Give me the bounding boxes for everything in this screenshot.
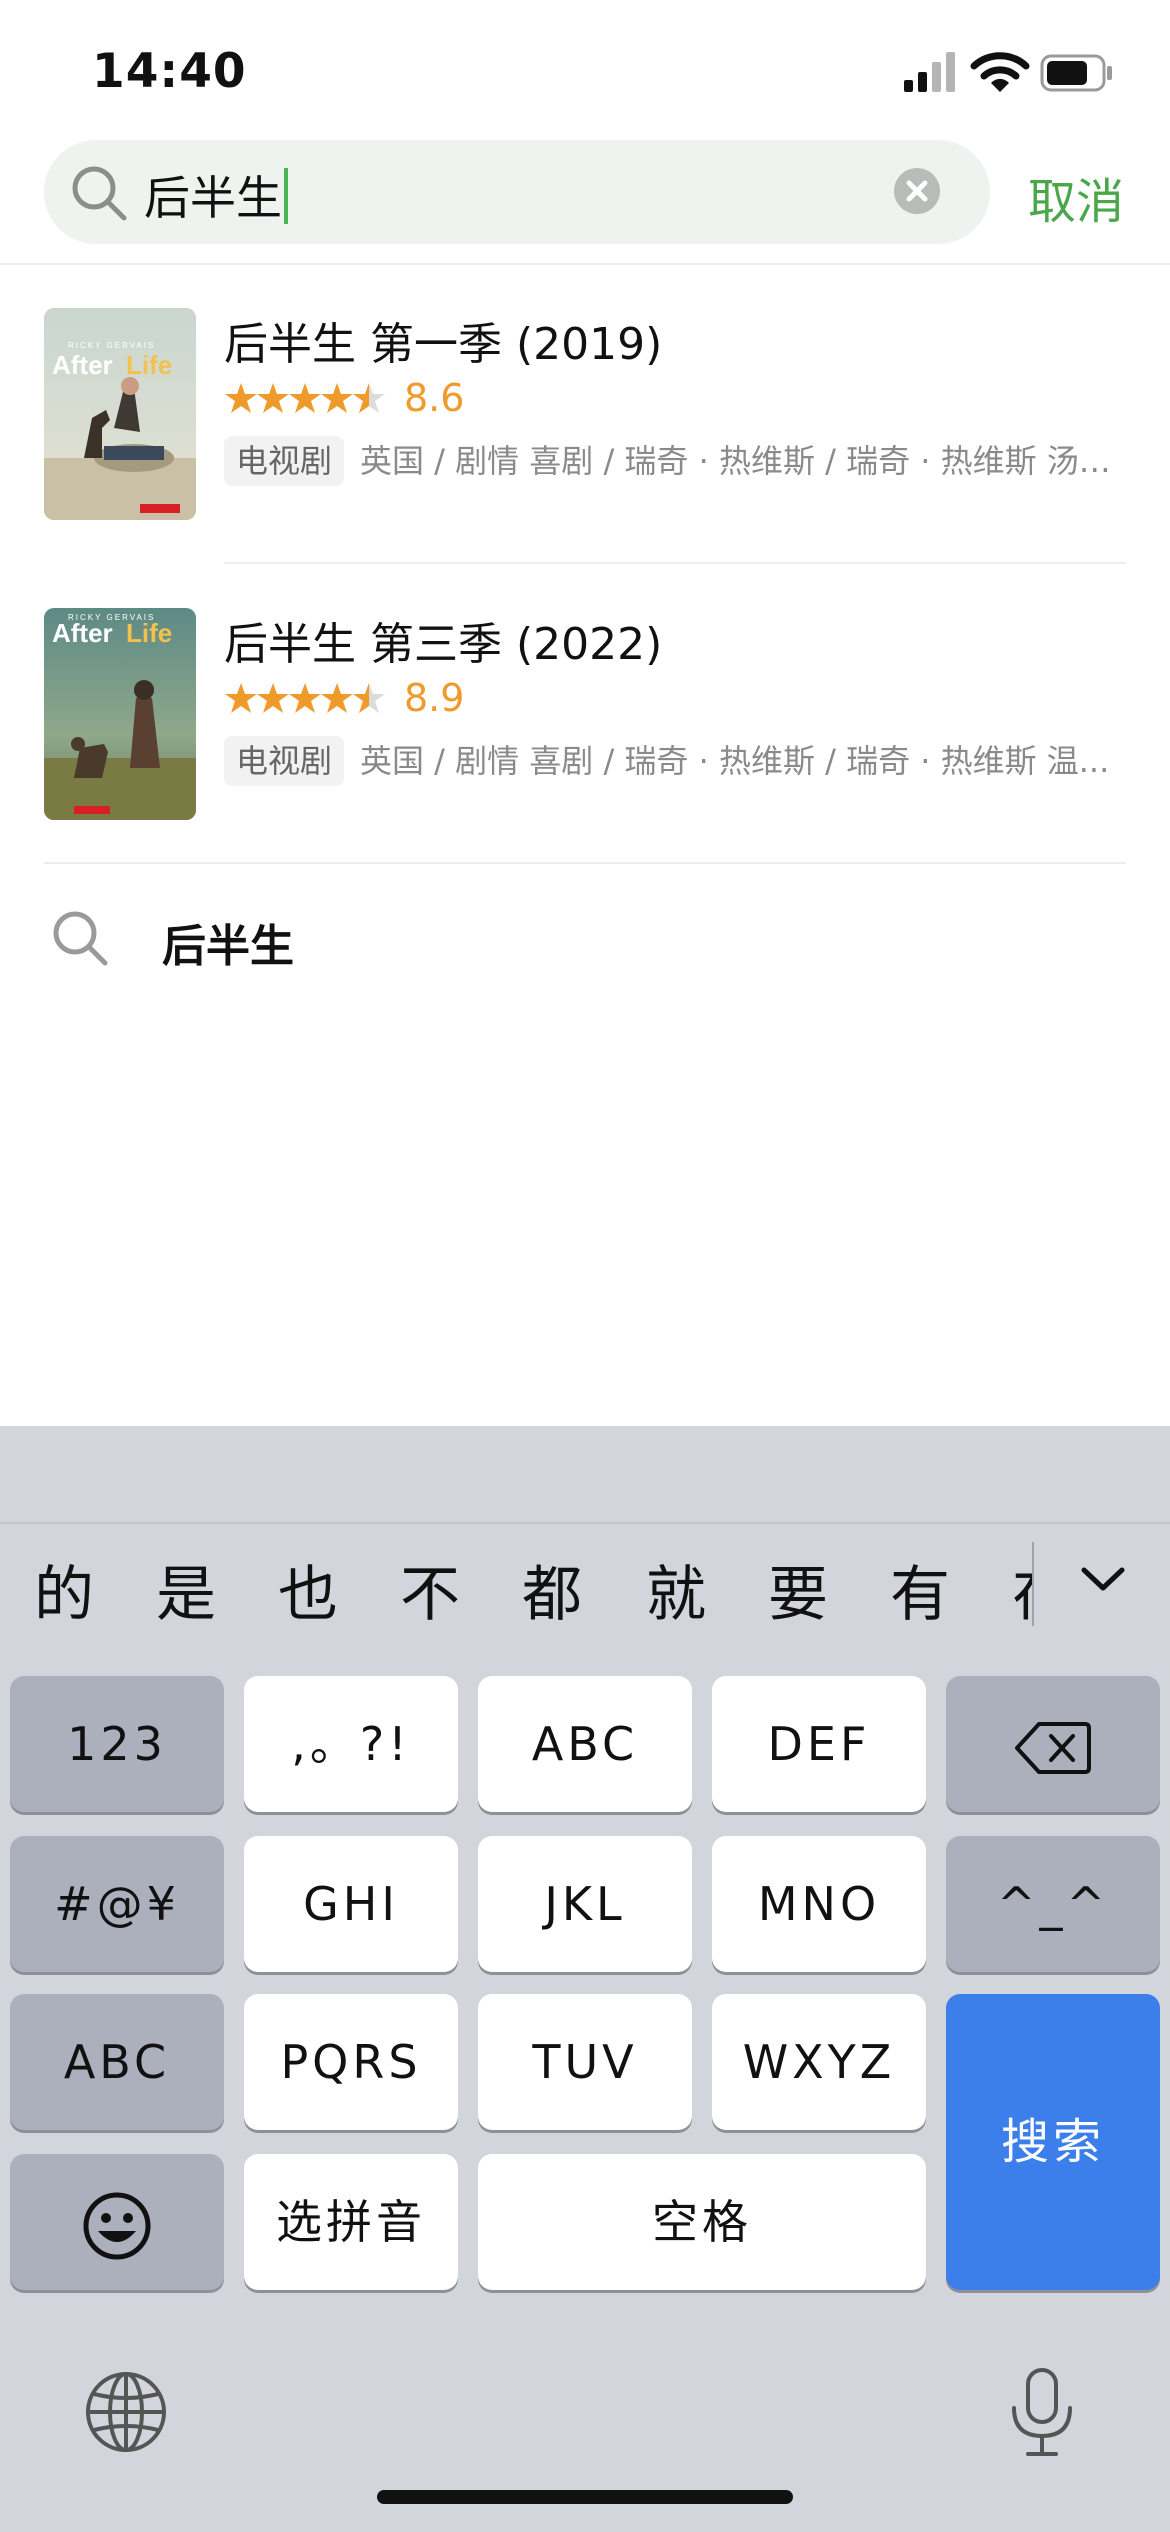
result-title: 后半生 第三季 (2022) [224,619,663,670]
key-wxyz[interactable]: WXYZ [712,1994,926,2130]
close-icon [906,180,928,202]
star-rating [225,383,385,413]
key-select-pinyin[interactable]: 选拼音 [244,2154,458,2290]
search-input[interactable]: 后半生 [44,140,990,244]
svg-text:After: After [52,350,113,380]
candidate-word[interactable]: 是 [156,1546,216,1632]
svg-text:Life: Life [126,618,172,648]
candidate-word[interactable]: 都 [522,1546,582,1632]
type-badge: 电视剧 [224,736,345,786]
emoji-icon [83,2192,151,2259]
battery-icon [1040,54,1112,92]
key-tuv[interactable]: TUV [478,1994,692,2130]
key-punctuation[interactable]: ,。?! [244,1676,458,1812]
home-indicator [377,2490,793,2504]
search-icon [53,911,108,966]
candidate-divider [1032,1542,1034,1626]
emoji-button[interactable] [10,2154,224,2290]
candidate-word[interactable]: 要 [768,1546,828,1632]
key-pqrs[interactable]: PQRS [244,1994,458,2130]
result-meta: 英国 / 剧情 喜剧 / 瑞奇 · 热维斯 / 瑞奇 · 热维斯 温... [360,742,1110,780]
row-divider [224,562,1126,564]
candidate-word[interactable]: 也 [278,1546,338,1632]
result-meta: 英国 / 剧情 喜剧 / 瑞奇 · 热维斯 / 瑞奇 · 热维斯 汤姆·巴斯登 [360,442,1126,480]
search-key[interactable]: 搜索 [946,1994,1160,2290]
text-cursor [284,168,288,224]
svg-text:After: After [52,618,113,648]
cancel-button[interactable]: 取消 [1028,162,1124,232]
type-badge: 电视剧 [224,436,345,486]
candidate-word[interactable]: 就 [646,1546,706,1632]
backspace-icon [1015,1721,1091,1774]
signal-icon [904,52,955,92]
key-symbols[interactable]: #@¥ [10,1836,224,1972]
search-query: 后半生 [144,171,282,225]
key-ghi[interactable]: GHI [244,1836,458,1972]
status-bar: 14:40 [0,0,1170,140]
search-suggestion[interactable]: 后半生 [0,862,1170,982]
poster-image: After Life RICKY GERVAIS [44,308,196,520]
candidate-word[interactable]: 在 [1012,1546,1032,1632]
microphone-icon[interactable] [1006,2366,1078,2458]
clear-search-button[interactable] [894,168,940,214]
key-mno[interactable]: MNO [712,1836,926,1972]
globe-icon[interactable] [84,2370,168,2454]
search-result-item[interactable]: After Life RICKY GERVAIS 后半生 第一季 (2019) … [0,300,1170,530]
svg-text:Life: Life [126,350,172,380]
key-def[interactable]: DEF [712,1676,926,1812]
key-123[interactable]: 123 [10,1676,224,1812]
candidate-bar: 的 是 也 不 都 就 要 有 在 [0,1522,1170,1632]
search-icon [72,166,127,221]
key-abc[interactable]: ABC [478,1676,692,1812]
suggestion-text: 后半生 [162,921,294,972]
candidate-word[interactable]: 有 [890,1546,950,1632]
status-time: 14:40 [92,44,247,99]
search-bar: 后半生 取消 [0,138,1170,264]
candidate-word[interactable]: 的 [34,1546,94,1632]
key-jkl[interactable]: JKL [478,1836,692,1972]
rating-score: 8.9 [404,676,465,720]
search-result-item[interactable]: After Life RICKY GERVAIS 后半生 第三季 (2022) … [0,600,1170,830]
key-abc-switch[interactable]: ABC [10,1994,224,2130]
svg-text:RICKY GERVAIS: RICKY GERVAIS [68,341,155,350]
chevron-down-icon[interactable] [1076,1552,1130,1606]
result-title: 后半生 第一季 (2019) [224,319,663,370]
rating-score: 8.6 [404,376,465,420]
keyboard: 的 是 也 不 都 就 要 有 在 [0,1426,1170,2532]
key-emoticon[interactable]: ^_^ [946,1836,1160,1972]
svg-text:RICKY GERVAIS: RICKY GERVAIS [68,613,155,622]
star-rating [225,683,385,713]
poster-image: After Life RICKY GERVAIS [44,608,196,820]
wifi-icon [970,52,1030,92]
delete-button[interactable] [946,1676,1160,1812]
header-divider [0,263,1170,265]
space-key[interactable]: 空格 [478,2154,926,2290]
candidate-word[interactable]: 不 [400,1546,460,1632]
